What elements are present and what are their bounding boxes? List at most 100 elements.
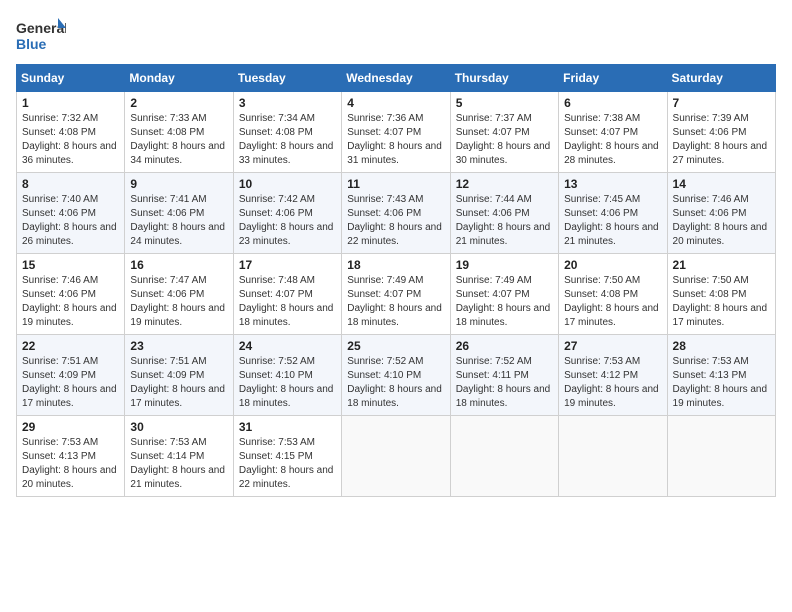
calendar-cell: 3 Sunrise: 7:34 AMSunset: 4:08 PMDayligh… <box>233 92 341 173</box>
day-number: 16 <box>130 258 227 272</box>
day-info: Sunrise: 7:39 AMSunset: 4:06 PMDaylight:… <box>673 112 770 168</box>
calendar-cell: 17 Sunrise: 7:48 AMSunset: 4:07 PMDaylig… <box>233 254 341 335</box>
day-number: 30 <box>130 420 227 434</box>
calendar-cell: 22 Sunrise: 7:51 AMSunset: 4:09 PMDaylig… <box>17 335 125 416</box>
day-info: Sunrise: 7:50 AMSunset: 4:08 PMDaylight:… <box>673 274 770 330</box>
calendar-cell: 16 Sunrise: 7:47 AMSunset: 4:06 PMDaylig… <box>125 254 233 335</box>
day-info: Sunrise: 7:53 AMSunset: 4:14 PMDaylight:… <box>130 436 227 492</box>
day-number: 28 <box>673 339 770 353</box>
header: General Blue <box>16 16 776 56</box>
day-number: 2 <box>130 96 227 110</box>
day-info: Sunrise: 7:53 AMSunset: 4:12 PMDaylight:… <box>564 355 661 411</box>
calendar-cell: 28 Sunrise: 7:53 AMSunset: 4:13 PMDaylig… <box>667 335 775 416</box>
calendar-week-row: 29 Sunrise: 7:53 AMSunset: 4:13 PMDaylig… <box>17 416 776 497</box>
day-number: 13 <box>564 177 661 191</box>
calendar-week-row: 22 Sunrise: 7:51 AMSunset: 4:09 PMDaylig… <box>17 335 776 416</box>
calendar-cell: 4 Sunrise: 7:36 AMSunset: 4:07 PMDayligh… <box>342 92 450 173</box>
calendar-cell: 14 Sunrise: 7:46 AMSunset: 4:06 PMDaylig… <box>667 173 775 254</box>
calendar-cell: 12 Sunrise: 7:44 AMSunset: 4:06 PMDaylig… <box>450 173 558 254</box>
day-info: Sunrise: 7:50 AMSunset: 4:08 PMDaylight:… <box>564 274 661 330</box>
day-info: Sunrise: 7:48 AMSunset: 4:07 PMDaylight:… <box>239 274 336 330</box>
day-info: Sunrise: 7:45 AMSunset: 4:06 PMDaylight:… <box>564 193 661 249</box>
day-number: 8 <box>22 177 119 191</box>
day-number: 7 <box>673 96 770 110</box>
day-number: 24 <box>239 339 336 353</box>
day-info: Sunrise: 7:43 AMSunset: 4:06 PMDaylight:… <box>347 193 444 249</box>
weekday-header-friday: Friday <box>559 65 667 92</box>
day-number: 4 <box>347 96 444 110</box>
calendar-cell: 19 Sunrise: 7:49 AMSunset: 4:07 PMDaylig… <box>450 254 558 335</box>
day-info: Sunrise: 7:37 AMSunset: 4:07 PMDaylight:… <box>456 112 553 168</box>
svg-text:Blue: Blue <box>16 36 47 52</box>
day-number: 26 <box>456 339 553 353</box>
day-info: Sunrise: 7:32 AMSunset: 4:08 PMDaylight:… <box>22 112 119 168</box>
weekday-header-monday: Monday <box>125 65 233 92</box>
day-number: 27 <box>564 339 661 353</box>
day-info: Sunrise: 7:47 AMSunset: 4:06 PMDaylight:… <box>130 274 227 330</box>
calendar-cell <box>450 416 558 497</box>
calendar-cell: 24 Sunrise: 7:52 AMSunset: 4:10 PMDaylig… <box>233 335 341 416</box>
day-number: 1 <box>22 96 119 110</box>
day-info: Sunrise: 7:46 AMSunset: 4:06 PMDaylight:… <box>22 274 119 330</box>
weekday-header-thursday: Thursday <box>450 65 558 92</box>
day-info: Sunrise: 7:38 AMSunset: 4:07 PMDaylight:… <box>564 112 661 168</box>
calendar-cell <box>559 416 667 497</box>
day-info: Sunrise: 7:36 AMSunset: 4:07 PMDaylight:… <box>347 112 444 168</box>
calendar-week-row: 8 Sunrise: 7:40 AMSunset: 4:06 PMDayligh… <box>17 173 776 254</box>
day-info: Sunrise: 7:51 AMSunset: 4:09 PMDaylight:… <box>22 355 119 411</box>
calendar-cell: 2 Sunrise: 7:33 AMSunset: 4:08 PMDayligh… <box>125 92 233 173</box>
day-info: Sunrise: 7:42 AMSunset: 4:06 PMDaylight:… <box>239 193 336 249</box>
day-number: 21 <box>673 258 770 272</box>
day-info: Sunrise: 7:53 AMSunset: 4:13 PMDaylight:… <box>673 355 770 411</box>
day-number: 11 <box>347 177 444 191</box>
calendar-cell: 29 Sunrise: 7:53 AMSunset: 4:13 PMDaylig… <box>17 416 125 497</box>
calendar-cell: 20 Sunrise: 7:50 AMSunset: 4:08 PMDaylig… <box>559 254 667 335</box>
calendar-cell: 1 Sunrise: 7:32 AMSunset: 4:08 PMDayligh… <box>17 92 125 173</box>
day-info: Sunrise: 7:46 AMSunset: 4:06 PMDaylight:… <box>673 193 770 249</box>
calendar-cell: 8 Sunrise: 7:40 AMSunset: 4:06 PMDayligh… <box>17 173 125 254</box>
calendar-cell: 21 Sunrise: 7:50 AMSunset: 4:08 PMDaylig… <box>667 254 775 335</box>
day-info: Sunrise: 7:52 AMSunset: 4:11 PMDaylight:… <box>456 355 553 411</box>
day-info: Sunrise: 7:40 AMSunset: 4:06 PMDaylight:… <box>22 193 119 249</box>
day-number: 19 <box>456 258 553 272</box>
calendar-week-row: 1 Sunrise: 7:32 AMSunset: 4:08 PMDayligh… <box>17 92 776 173</box>
calendar-wrapper: General Blue SundayMondayTuesdayWednesda… <box>16 16 776 497</box>
day-number: 20 <box>564 258 661 272</box>
day-info: Sunrise: 7:44 AMSunset: 4:06 PMDaylight:… <box>456 193 553 249</box>
logo-svg: General Blue <box>16 16 66 56</box>
calendar-cell: 31 Sunrise: 7:53 AMSunset: 4:15 PMDaylig… <box>233 416 341 497</box>
weekday-header-row: SundayMondayTuesdayWednesdayThursdayFrid… <box>17 65 776 92</box>
day-number: 29 <box>22 420 119 434</box>
calendar-cell: 25 Sunrise: 7:52 AMSunset: 4:10 PMDaylig… <box>342 335 450 416</box>
calendar-cell: 26 Sunrise: 7:52 AMSunset: 4:11 PMDaylig… <box>450 335 558 416</box>
logo: General Blue <box>16 16 66 56</box>
calendar-table: SundayMondayTuesdayWednesdayThursdayFrid… <box>16 64 776 497</box>
calendar-cell: 9 Sunrise: 7:41 AMSunset: 4:06 PMDayligh… <box>125 173 233 254</box>
weekday-header-wednesday: Wednesday <box>342 65 450 92</box>
day-info: Sunrise: 7:49 AMSunset: 4:07 PMDaylight:… <box>456 274 553 330</box>
calendar-cell: 6 Sunrise: 7:38 AMSunset: 4:07 PMDayligh… <box>559 92 667 173</box>
day-number: 22 <box>22 339 119 353</box>
day-number: 10 <box>239 177 336 191</box>
day-info: Sunrise: 7:53 AMSunset: 4:13 PMDaylight:… <box>22 436 119 492</box>
day-number: 5 <box>456 96 553 110</box>
day-info: Sunrise: 7:49 AMSunset: 4:07 PMDaylight:… <box>347 274 444 330</box>
weekday-header-tuesday: Tuesday <box>233 65 341 92</box>
day-info: Sunrise: 7:53 AMSunset: 4:15 PMDaylight:… <box>239 436 336 492</box>
calendar-cell <box>667 416 775 497</box>
calendar-week-row: 15 Sunrise: 7:46 AMSunset: 4:06 PMDaylig… <box>17 254 776 335</box>
day-info: Sunrise: 7:52 AMSunset: 4:10 PMDaylight:… <box>239 355 336 411</box>
calendar-cell: 10 Sunrise: 7:42 AMSunset: 4:06 PMDaylig… <box>233 173 341 254</box>
calendar-cell: 27 Sunrise: 7:53 AMSunset: 4:12 PMDaylig… <box>559 335 667 416</box>
day-number: 14 <box>673 177 770 191</box>
day-number: 9 <box>130 177 227 191</box>
day-info: Sunrise: 7:52 AMSunset: 4:10 PMDaylight:… <box>347 355 444 411</box>
calendar-cell: 15 Sunrise: 7:46 AMSunset: 4:06 PMDaylig… <box>17 254 125 335</box>
calendar-cell: 23 Sunrise: 7:51 AMSunset: 4:09 PMDaylig… <box>125 335 233 416</box>
day-number: 18 <box>347 258 444 272</box>
calendar-cell <box>342 416 450 497</box>
day-info: Sunrise: 7:33 AMSunset: 4:08 PMDaylight:… <box>130 112 227 168</box>
day-number: 31 <box>239 420 336 434</box>
day-number: 15 <box>22 258 119 272</box>
calendar-cell: 30 Sunrise: 7:53 AMSunset: 4:14 PMDaylig… <box>125 416 233 497</box>
